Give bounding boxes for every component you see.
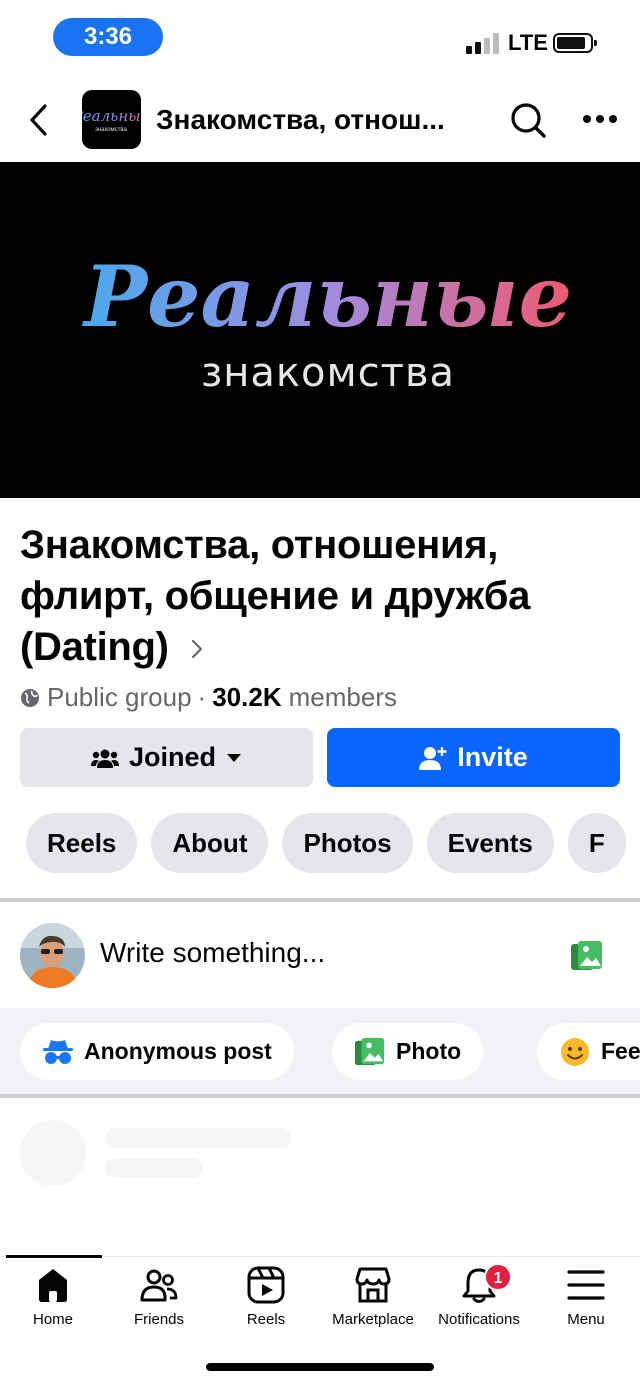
photo-chip[interactable]: Photo: [332, 1023, 484, 1080]
group-name-text: Знакомства, отношения, флирт, общение и …: [20, 523, 531, 669]
invite-button[interactable]: Invite: [327, 728, 620, 787]
nav-friends-label: Friends: [133, 1311, 185, 1328]
loading-line-placeholder: [105, 1128, 291, 1148]
chevron-right-icon: [191, 640, 202, 659]
battery-icon: [553, 33, 597, 53]
nav-friends[interactable]: Friends: [106, 1265, 212, 1335]
nav-marketplace-label: Marketplace: [332, 1311, 414, 1328]
active-tab-indicator: [6, 1255, 102, 1258]
globe-icon: [21, 688, 39, 707]
nav-reels[interactable]: Reels: [213, 1265, 319, 1335]
photo-button[interactable]: [570, 939, 604, 973]
cover-title: Реальные: [82, 247, 572, 346]
composer-chips: Anonymous post Photo Fee: [0, 1008, 640, 1094]
nav-marketplace[interactable]: Marketplace: [320, 1265, 426, 1335]
more-icon: [583, 115, 617, 123]
menu-icon: [567, 1270, 605, 1300]
notifications-badge: 1: [484, 1263, 512, 1291]
members-label: members: [288, 682, 397, 712]
members-icon: [90, 749, 119, 768]
members-count: 30.2K: [212, 682, 282, 712]
photo-chip-label: Photo: [396, 1038, 462, 1064]
home-icon: [39, 1269, 67, 1302]
composer-input[interactable]: Write something...: [100, 937, 325, 969]
group-name[interactable]: Знакомства, отношения, флирт, общение и …: [20, 520, 630, 673]
section-divider: [0, 898, 640, 902]
meta-separator: ·: [197, 682, 207, 712]
invite-label: Invite: [457, 742, 528, 772]
caret-down-icon: [227, 753, 241, 762]
group-meta: Public group · 30.2K members: [20, 682, 397, 713]
reels-icon: [247, 1266, 285, 1304]
group-avatar[interactable]: Реальные знакомства: [82, 90, 141, 149]
feeling-chip-label: Fee: [601, 1038, 640, 1064]
marketplace-icon: [355, 1267, 391, 1303]
photo-icon: [571, 941, 602, 970]
chevron-left-icon: [30, 104, 47, 136]
nav-reels-label: Reels: [246, 1311, 286, 1328]
nav-home[interactable]: Home: [0, 1265, 106, 1335]
nav-home-label: Home: [32, 1311, 73, 1328]
tab-about[interactable]: About: [151, 813, 269, 873]
photo-icon: [354, 1037, 385, 1065]
search-button[interactable]: [508, 100, 548, 140]
avatar-logo-title: Реальные: [82, 107, 141, 125]
add-person-icon: [419, 746, 447, 770]
status-bar: 3:36 LTE: [0, 0, 640, 80]
loading-avatar-placeholder: [20, 1120, 86, 1186]
nav-menu[interactable]: Menu: [533, 1265, 639, 1335]
feeling-chip[interactable]: Fee: [537, 1023, 640, 1080]
group-tabs: Reels About Photos Events F: [26, 813, 626, 873]
anonymous-post-chip[interactable]: Anonymous post: [20, 1023, 294, 1080]
avatar-logo-subtitle: знакомства: [95, 127, 127, 133]
nav-notifications-label: Notifications: [438, 1311, 520, 1328]
cover-photo[interactable]: Реальные знакомства: [0, 162, 640, 498]
privacy-label: Public group: [47, 682, 192, 712]
search-icon: [511, 103, 546, 138]
anonymous-icon: [43, 1039, 73, 1064]
joined-button[interactable]: Joined: [20, 728, 313, 787]
signal-icon: [466, 32, 502, 54]
cover-subtitle: знакомства: [201, 350, 455, 396]
section-divider: [0, 1094, 640, 1098]
loading-line-placeholder: [105, 1158, 203, 1178]
anonymous-post-label: Anonymous post: [84, 1038, 272, 1064]
network-label: LTE: [508, 30, 548, 55]
tab-more[interactable]: F: [567, 813, 626, 873]
friends-icon: [140, 1269, 178, 1302]
status-time: 3:36: [53, 18, 163, 56]
tab-reels[interactable]: Reels: [26, 813, 138, 873]
joined-label: Joined: [128, 742, 216, 772]
nav-notifications[interactable]: 1 Notifications: [426, 1263, 532, 1335]
back-button[interactable]: [24, 100, 54, 140]
smiley-icon: [561, 1037, 589, 1066]
tab-photos[interactable]: Photos: [282, 813, 413, 873]
nav-menu-label: Menu: [567, 1311, 605, 1328]
avatar[interactable]: [20, 923, 85, 988]
group-header: Реальные знакомства Знакомства, отнош...: [0, 80, 640, 162]
tab-events[interactable]: Events: [426, 813, 554, 873]
more-button[interactable]: [580, 104, 620, 134]
header-title: Знакомства, отнош...: [156, 104, 445, 135]
home-indicator: [206, 1363, 434, 1371]
post-composer: Write something...: [0, 904, 640, 1008]
